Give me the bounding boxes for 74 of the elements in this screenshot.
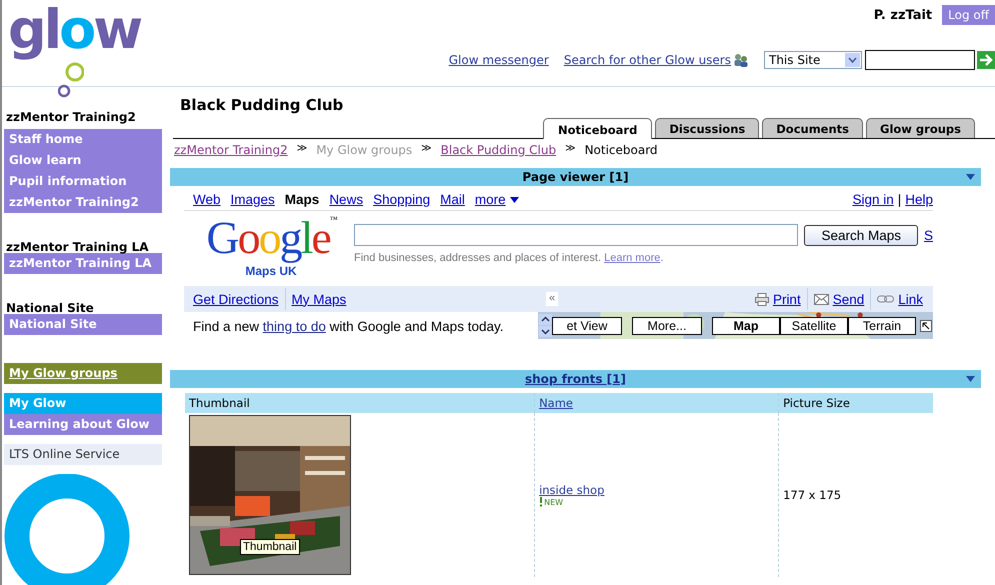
nav-link[interactable]: Images [230,192,275,207]
action-link[interactable]: Print [772,292,801,306]
circles-icon [58,62,84,98]
new-label: NEW [544,498,564,506]
search-maps-button[interactable]: Search Maps [804,224,918,246]
breadcrumb-separator: ≫ [296,143,308,156]
map-type-button[interactable]: Map [712,316,780,334]
toolbar-link[interactable]: Get Directions [193,292,279,306]
breadcrumb-item: My Glow groups [316,143,412,159]
scroll-up-icon[interactable] [539,314,552,325]
panel-title-link[interactable]: shop fronts [1] [525,372,626,386]
scroll-down-icon[interactable] [539,326,552,337]
dropdown-icon[interactable] [510,196,519,202]
go-button[interactable] [977,51,995,69]
map-type-button[interactable]: Terrain [848,316,916,334]
link[interactable]: S [924,228,933,242]
column-header: Picture Size [783,396,850,410]
page-title: Black Pudding Club [180,96,344,116]
search-field[interactable] [865,50,975,70]
breadcrumb-link[interactable]: Black Pudding Club [440,143,556,168]
users-icon[interactable] [734,53,748,67]
link-divider: | [898,192,902,207]
breadcrumb-current: Noticeboard [584,143,658,159]
action-link[interactable]: Send [832,292,864,306]
learn-more-link[interactable]: Learn more [604,252,660,264]
column-header: Thumbnail [189,396,250,410]
column-header-link[interactable]: Name [539,396,574,410]
nav-link[interactable]: Web [193,192,221,207]
tooltip: Thumbnail [240,539,300,555]
tab[interactable]: Noticeboard [542,118,652,139]
account-link[interactable]: Help [905,192,933,207]
collapse-icon[interactable] [966,174,975,180]
collapse-button[interactable]: « [546,292,558,306]
toolbar-link[interactable]: My Maps [292,292,346,306]
section-heading: zzMentor Training2 [5,111,137,123]
printer-icon [754,292,769,306]
google-logo: Google™ [206,213,336,263]
section-heading: zzMentor Training LA [5,241,150,253]
breadcrumb-separator: ≫ [565,143,576,156]
header-link[interactable]: Glow messenger [448,53,549,67]
nav-link[interactable]: Maps [284,192,320,207]
header-link[interactable]: Search for other Glow users [564,53,731,67]
breadcrumb-separator: ≫ [421,143,432,156]
item-link[interactable]: inside shop [539,483,604,497]
user-name: P. zzTait [874,8,932,22]
map-type-button[interactable]: et View [552,316,622,334]
section-heading: National Site [5,302,95,314]
exclamation-icon [539,497,544,507]
chain-link-icon [877,295,894,303]
panel-title: Page viewer [1] [522,170,629,184]
map-type-button[interactable]: More... [632,316,702,334]
scope-select[interactable]: This Site [764,51,862,69]
action-link[interactable]: Link [898,292,923,306]
sidebar-item[interactable]: LTS Online Service [4,444,162,465]
tab[interactable]: Glow groups [866,118,975,138]
table-cell: 177 x 175 [783,488,842,502]
account-link[interactable]: Sign in [852,192,894,207]
map-type-button[interactable]: Satellite [780,316,848,334]
envelope-icon [814,294,829,304]
nav-link[interactable]: more [474,192,506,207]
search-field[interactable] [354,224,798,246]
sidebar-item[interactable]: My Glow groups [4,363,162,384]
promo-link[interactable]: thing to do [262,319,326,334]
search-hint: Find businesses, addresses and places of interest. Learn more. [354,252,664,264]
tab[interactable]: Documents [762,118,864,138]
nav-link[interactable]: Shopping [373,192,430,207]
glow-logo: glow [8,0,140,62]
breadcrumb-link[interactable]: zzMentor Training2 [174,143,288,168]
tab[interactable]: Discussions [655,118,760,138]
resize-icon[interactable] [920,320,932,332]
nav-link[interactable]: Mail [440,192,465,207]
collapse-icon[interactable] [966,376,975,382]
logo-subtitle: Maps UK [245,264,297,278]
nav-link[interactable]: News [329,192,364,207]
